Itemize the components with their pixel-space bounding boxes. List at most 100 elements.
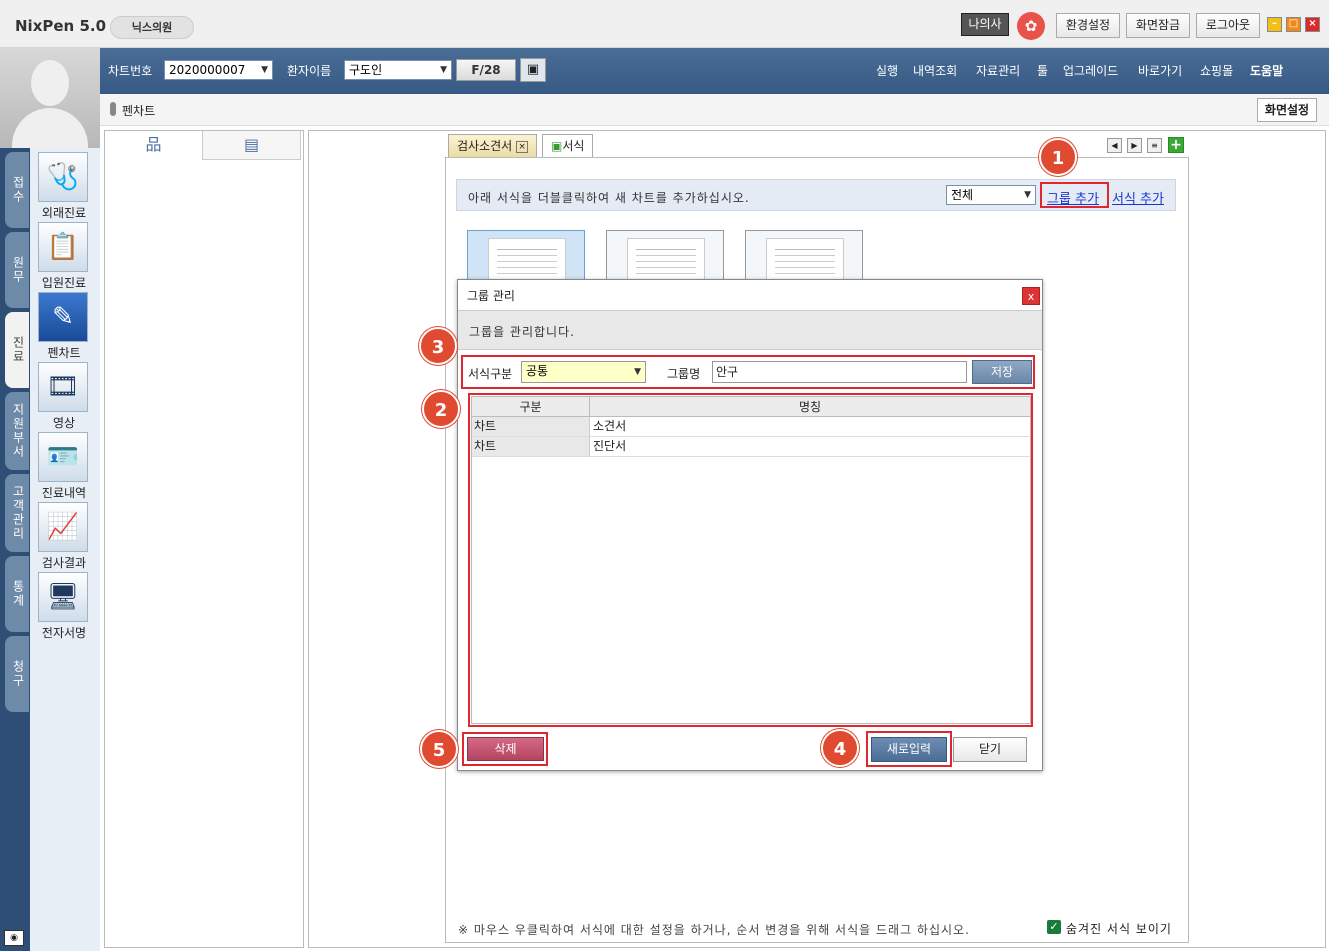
table-row-name[interactable]: 진단서 (590, 437, 1030, 457)
dialog-close-icon[interactable]: x (1022, 287, 1040, 305)
new-entry-button[interactable]: 새로입력 (871, 737, 947, 762)
tab-forms[interactable]: ▣서식 (542, 134, 594, 158)
callout-2: 2 (422, 390, 460, 428)
inpatient-button[interactable]: 📋 입원진료 (38, 222, 90, 291)
tab-admin[interactable]: 원무 (5, 232, 29, 308)
menu-shop[interactable]: 쇼핑몰 (1200, 62, 1233, 79)
pen-chart-label: 펜차트 (47, 346, 81, 360)
next-icon[interactable]: ▶ (1127, 138, 1142, 153)
history-label: 진료내역 (41, 486, 87, 500)
form-thumbnail[interactable] (745, 230, 863, 281)
column-header-name[interactable]: 명칭 (590, 397, 1030, 417)
page-indicator[interactable]: F/28 (456, 59, 516, 81)
outpatient-label: 외래진료 (41, 206, 87, 220)
patient-name-value: 구도인 (349, 63, 383, 77)
tab-support[interactable]: 지원부서 (5, 392, 29, 470)
clipboard-icon: ▤ (243, 135, 260, 154)
show-hidden-checkbox[interactable]: ✓ (1047, 920, 1061, 934)
dialog-description: 그룹을 관리합니다. (469, 325, 575, 339)
chart-no-label: 차트번호 (108, 64, 153, 78)
add-tab-icon[interactable]: + (1168, 137, 1184, 153)
group-grid: 구분 명칭 차트 소견서 차트 진단서 (471, 396, 1031, 724)
tab-label: 검사소견서 (457, 139, 513, 153)
menu-tools[interactable]: 툴 (1037, 62, 1048, 79)
menu-data[interactable]: 자료관리 (976, 62, 1020, 79)
pen-icon (110, 102, 116, 116)
my-doctor-button[interactable]: 나의사 (961, 13, 1009, 36)
table-row-name[interactable]: 소견서 (590, 417, 1030, 437)
chevron-down-icon: ▼ (440, 65, 447, 75)
close-tab-icon[interactable]: × (516, 140, 529, 153)
callout-5: 5 (420, 730, 458, 768)
form-page-preview (766, 238, 844, 281)
pc-icon[interactable]: ▣ (520, 58, 546, 82)
tab-reception[interactable]: 접수 (5, 152, 29, 228)
close-button[interactable]: 닫기 (953, 737, 1027, 762)
form-page-preview (627, 238, 705, 281)
form-page-preview (488, 238, 566, 281)
add-form-icon: ▣ (551, 139, 563, 153)
tab-statistics[interactable]: 통계 (5, 556, 29, 632)
delete-button[interactable]: 삭제 (467, 737, 544, 761)
history-button[interactable]: 🪪 진료내역 (38, 432, 90, 501)
logo-icon[interactable]: ✿ (1017, 12, 1045, 40)
test-result-label: 검사결과 (41, 556, 87, 570)
tab-claim[interactable]: 청구 (5, 636, 29, 712)
tab-inspection-report[interactable]: 검사소견서 × (448, 134, 538, 158)
group-name-input[interactable]: 안구 (712, 361, 967, 383)
stethoscope-icon: 🩺 (38, 152, 88, 202)
video-label: 영상 (52, 416, 76, 430)
screen-settings-button[interactable]: 화면설정 (1257, 98, 1317, 122)
form-type-select[interactable]: 공통 ▼ (521, 361, 646, 383)
menu-run[interactable]: 실행 (876, 62, 898, 79)
video-button[interactable]: 🎞 영상 (38, 362, 90, 431)
callout-4: 4 (821, 729, 859, 767)
chevron-down-icon: ▼ (634, 367, 641, 377)
chart-no-select[interactable]: 2020000007 ▼ (164, 60, 273, 80)
form-thumbnail[interactable] (606, 230, 724, 281)
monitor-sign-icon: 🖥 (38, 572, 88, 622)
table-row-type[interactable]: 차트 (472, 437, 590, 457)
id-card-icon: 🪪 (38, 432, 88, 482)
logout-button[interactable]: 로그아웃 (1196, 13, 1260, 38)
tree-tab-hierarchy[interactable]: 品 (105, 131, 203, 160)
chevron-down-icon: ▼ (261, 65, 268, 75)
prev-icon[interactable]: ◀ (1107, 138, 1122, 153)
pen-chart-button[interactable]: ✎ 펜차트 (38, 292, 90, 361)
form-filter-select[interactable]: 전체 ▼ (946, 185, 1036, 205)
dialog-title: 그룹 관리 (467, 289, 515, 303)
tab-customer[interactable]: 고객관리 (5, 474, 29, 552)
ecg-clipboard-icon: 📈 (38, 502, 88, 552)
list-icon[interactable]: ≡ (1147, 138, 1162, 153)
info-text: 아래 서식을 더블클릭하여 새 차트를 추가하십시오. (468, 191, 750, 205)
tab-clinic[interactable]: 진료 (5, 312, 29, 388)
close-window-icon[interactable]: × (1305, 17, 1320, 32)
patient-name-select[interactable]: 구도인 ▼ (344, 60, 452, 80)
group-add-link[interactable]: 그룹 추가 (1047, 188, 1099, 207)
test-result-button[interactable]: 📈 검사결과 (38, 502, 90, 571)
screen-lock-button[interactable]: 화면잠금 (1126, 13, 1190, 38)
app-title: NixPen 5.0 (15, 17, 107, 35)
form-add-link[interactable]: 서식 추가 (1112, 188, 1164, 207)
form-type-value: 공통 (526, 364, 549, 378)
e-signature-button[interactable]: 🖥 전자서명 (38, 572, 90, 641)
settings-button[interactable]: 환경설정 (1056, 13, 1120, 38)
maximize-icon[interactable]: □ (1286, 17, 1301, 32)
camera-icon[interactable]: ◉ (4, 930, 24, 946)
menu-upgrade[interactable]: 업그레이드 (1063, 62, 1118, 79)
callout-1: 1 (1039, 138, 1077, 176)
form-thumbnail[interactable] (467, 230, 585, 281)
minimize-icon[interactable]: – (1267, 17, 1282, 32)
menu-history[interactable]: 내역조회 (913, 62, 957, 79)
tree-panel (104, 130, 304, 948)
outpatient-button[interactable]: 🩺 외래진료 (38, 152, 90, 221)
menu-shortcut[interactable]: 바로가기 (1138, 62, 1182, 79)
menu-help[interactable]: 도움말 (1250, 62, 1283, 79)
tab-label: 서식 (562, 139, 585, 153)
column-header-type[interactable]: 구분 (472, 397, 590, 417)
tree-tab-clipboard[interactable]: ▤ (203, 131, 301, 160)
chevron-down-icon: ▼ (1024, 190, 1031, 200)
show-hidden-label[interactable]: 숨겨진 서식 보이기 (1066, 920, 1172, 937)
table-row-type[interactable]: 차트 (472, 417, 590, 437)
save-button[interactable]: 저장 (972, 360, 1032, 384)
